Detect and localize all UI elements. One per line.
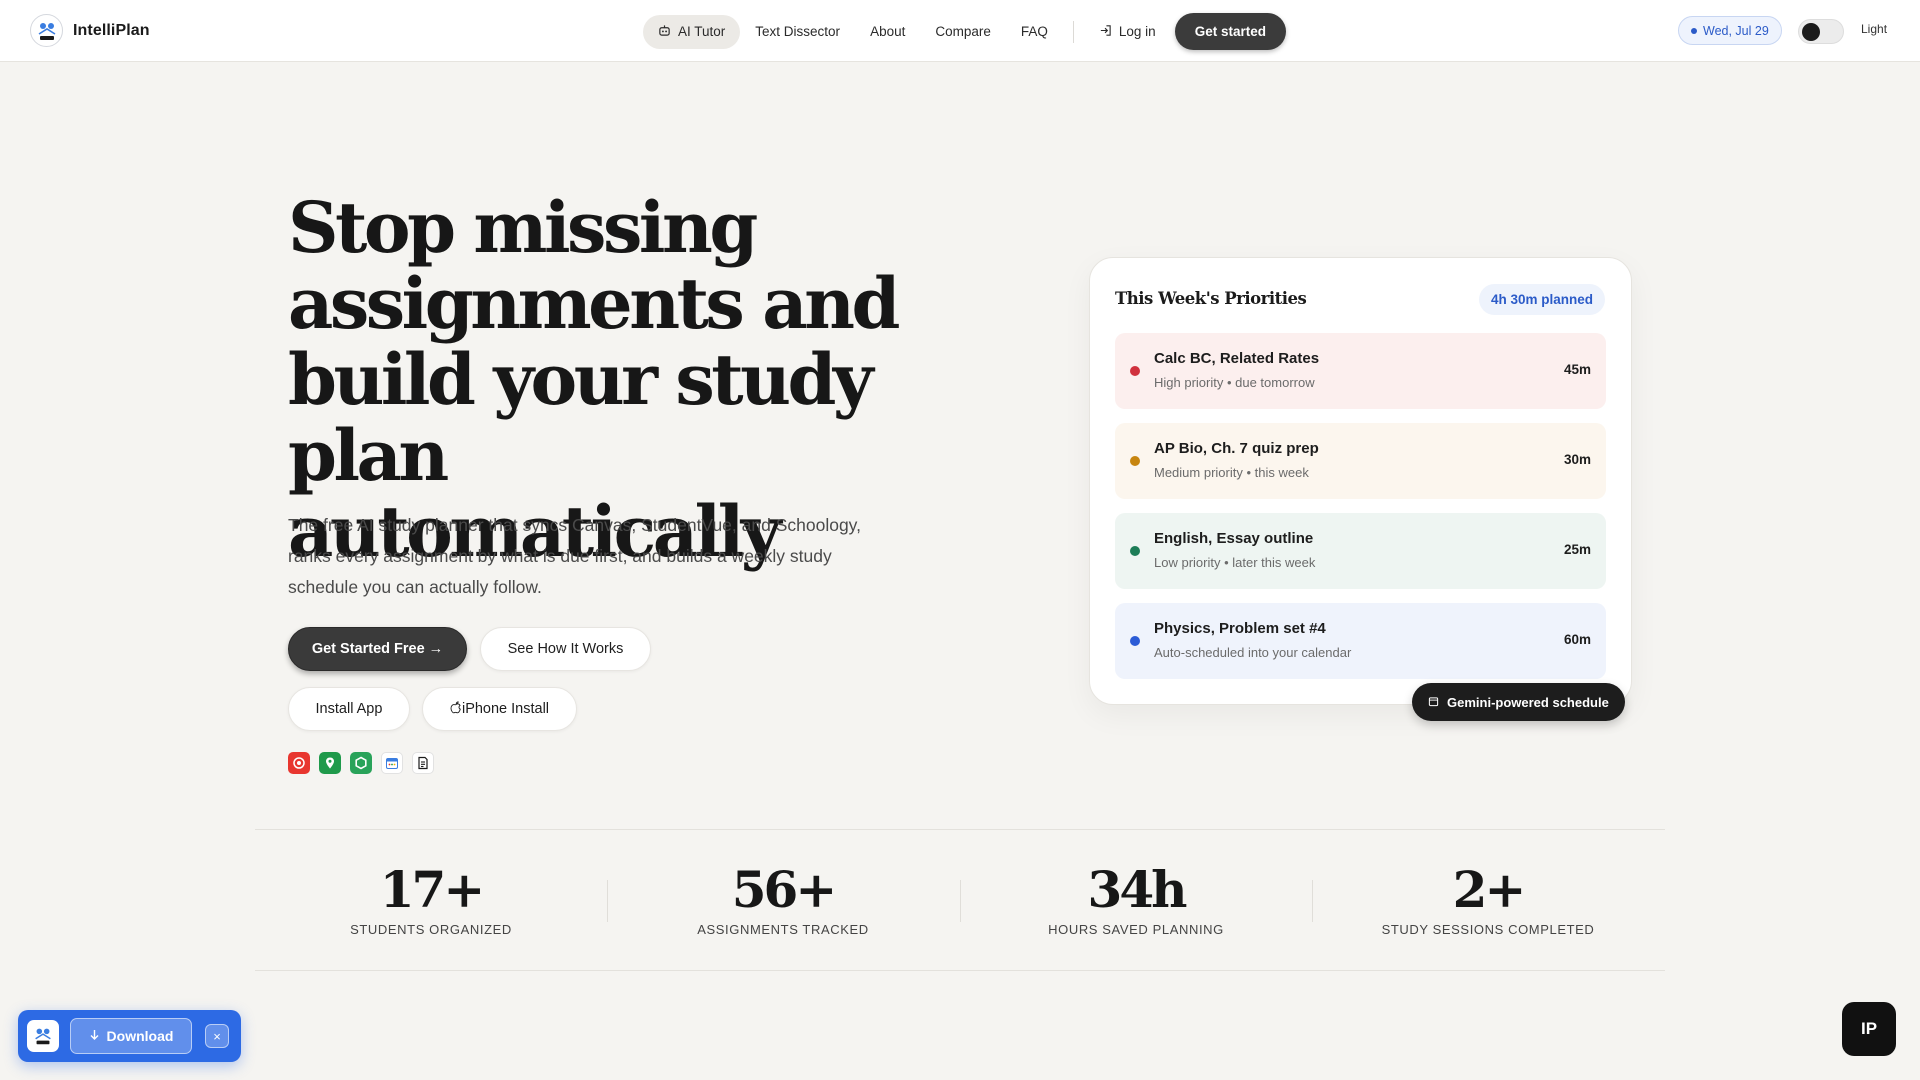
priority-task-item[interactable]: AP Bio, Ch. 7 quiz prep Medium priority … — [1115, 423, 1606, 499]
theme-toggle-knob — [1802, 23, 1820, 41]
stat-value: 17+ — [379, 860, 485, 919]
get-started-free-button[interactable]: Get Started Free → — [288, 627, 467, 671]
priority-dot-icon — [1130, 636, 1140, 646]
theme-toggle[interactable] — [1798, 19, 1844, 44]
top-navbar: IntelliPlan AI Tutor Text Dissector Abou… — [0, 0, 1920, 62]
planned-time-badge: 4h 30m planned — [1478, 284, 1605, 315]
calendar-icon — [381, 752, 403, 774]
stat-label: HOURS SAVED PLANNING — [1048, 922, 1224, 937]
intelliplan-logo-icon — [30, 14, 63, 47]
location-pin-icon — [319, 752, 341, 774]
nav-link-faq[interactable]: FAQ — [1006, 15, 1063, 49]
login-label: Log in — [1118, 24, 1156, 39]
nav-link-text-dissector[interactable]: Text Dissector — [740, 15, 855, 49]
priority-task-item[interactable]: Physics, Problem set #4 Auto-scheduled i… — [1115, 603, 1606, 679]
date-text: Wed, Jul 29 — [1703, 23, 1769, 38]
task-meta: Low priority • later this week — [1154, 555, 1316, 570]
date-dot-icon — [1691, 27, 1697, 34]
ip-corner-badge[interactable]: IP — [1842, 1002, 1896, 1056]
download-button[interactable]: Download — [70, 1018, 192, 1054]
weekly-priorities-card: This Week's Priorities 4h 30m planned Ca… — [1089, 257, 1632, 705]
priorities-title: This Week's Priorities — [1115, 289, 1307, 308]
stat-value: 2+ — [1452, 860, 1527, 919]
stat-sessions: 2+ STUDY SESSIONS COMPLETED — [1312, 830, 1664, 972]
stat-assignments: 56+ ASSIGNMENTS TRACKED — [607, 830, 959, 972]
install-app-button[interactable]: Install App — [288, 687, 410, 731]
stat-students: 17+ STUDENTS ORGANIZED — [255, 830, 607, 972]
nav-link-compare[interactable]: Compare — [920, 15, 1006, 49]
stat-hours: 34h HOURS SAVED PLANNING — [960, 830, 1312, 972]
stat-label: ASSIGNMENTS TRACKED — [697, 922, 869, 937]
calendar-small-icon — [1428, 695, 1439, 710]
robot-icon — [658, 24, 671, 40]
close-download-bar-button[interactable]: × — [205, 1024, 229, 1048]
intelliplan-logo-icon — [27, 1020, 59, 1052]
task-name: English, Essay outline — [1154, 530, 1314, 547]
apple-icon — [450, 700, 462, 718]
priority-task-item[interactable]: English, Essay outline Low priority • la… — [1115, 513, 1606, 589]
gemini-badge-label: Gemini-powered schedule — [1447, 694, 1609, 710]
priority-dot-icon — [1130, 366, 1140, 376]
stat-value: 34h — [1087, 860, 1188, 919]
task-meta: Medium priority • this week — [1154, 465, 1309, 480]
gemini-schedule-badge: Gemini-powered schedule — [1412, 683, 1625, 721]
document-icon — [412, 752, 434, 774]
theme-label: Light — [1861, 22, 1888, 36]
stat-value: 56+ — [731, 860, 837, 919]
task-meta: Auto-scheduled into your calendar — [1154, 645, 1352, 660]
stat-label: STUDY SESSIONS COMPLETED — [1381, 922, 1595, 937]
target-icon — [288, 752, 310, 774]
priority-task-item[interactable]: Calc BC, Related Rates High priority • d… — [1115, 333, 1606, 409]
hero-subtitle: The free AI study planner that syncs Can… — [288, 515, 861, 597]
download-label: Download — [106, 1028, 174, 1044]
nav-link-label: AI Tutor — [678, 24, 726, 39]
task-name: Physics, Problem set #4 — [1154, 620, 1326, 637]
task-duration: 30m — [1563, 452, 1591, 467]
task-name: AP Bio, Ch. 7 quiz prep — [1154, 440, 1319, 457]
task-name: Calc BC, Related Rates — [1154, 350, 1320, 367]
nav-divider — [1072, 20, 1074, 43]
brand[interactable]: IntelliPlan — [30, 14, 150, 47]
main-nav: AI Tutor Text Dissector About Compare FA… — [643, 13, 1286, 50]
stats-strip: 17+ STUDENTS ORGANIZED 56+ ASSIGNMENTS T… — [255, 829, 1665, 971]
priority-dot-icon — [1130, 456, 1140, 466]
download-arrow-icon — [89, 1028, 100, 1044]
iphone-install-label: iPhone Install — [461, 701, 550, 717]
nav-link-about[interactable]: About — [855, 15, 920, 49]
priority-dot-icon — [1130, 546, 1140, 556]
stat-label: STUDENTS ORGANIZED — [350, 922, 512, 937]
brand-name: IntelliPlan — [73, 21, 150, 39]
get-started-nav-button[interactable]: Get started — [1174, 13, 1286, 50]
task-duration: 25m — [1563, 542, 1591, 557]
task-duration: 60m — [1563, 632, 1591, 647]
download-app-bar: Download × — [18, 1010, 241, 1062]
date-pill[interactable]: Wed, Jul 29 — [1678, 16, 1782, 45]
login-icon — [1099, 24, 1112, 40]
hexagon-icon — [350, 752, 372, 774]
iphone-install-button[interactable]: iPhone Install — [422, 687, 577, 731]
nav-link-ai-tutor[interactable]: AI Tutor — [643, 14, 741, 49]
task-duration: 45m — [1563, 362, 1591, 377]
login-link[interactable]: Log in — [1084, 15, 1171, 49]
see-how-it-works-button[interactable]: See How It Works — [480, 627, 651, 671]
task-meta: High priority • due tomorrow — [1154, 375, 1315, 390]
integration-icons — [288, 752, 434, 774]
